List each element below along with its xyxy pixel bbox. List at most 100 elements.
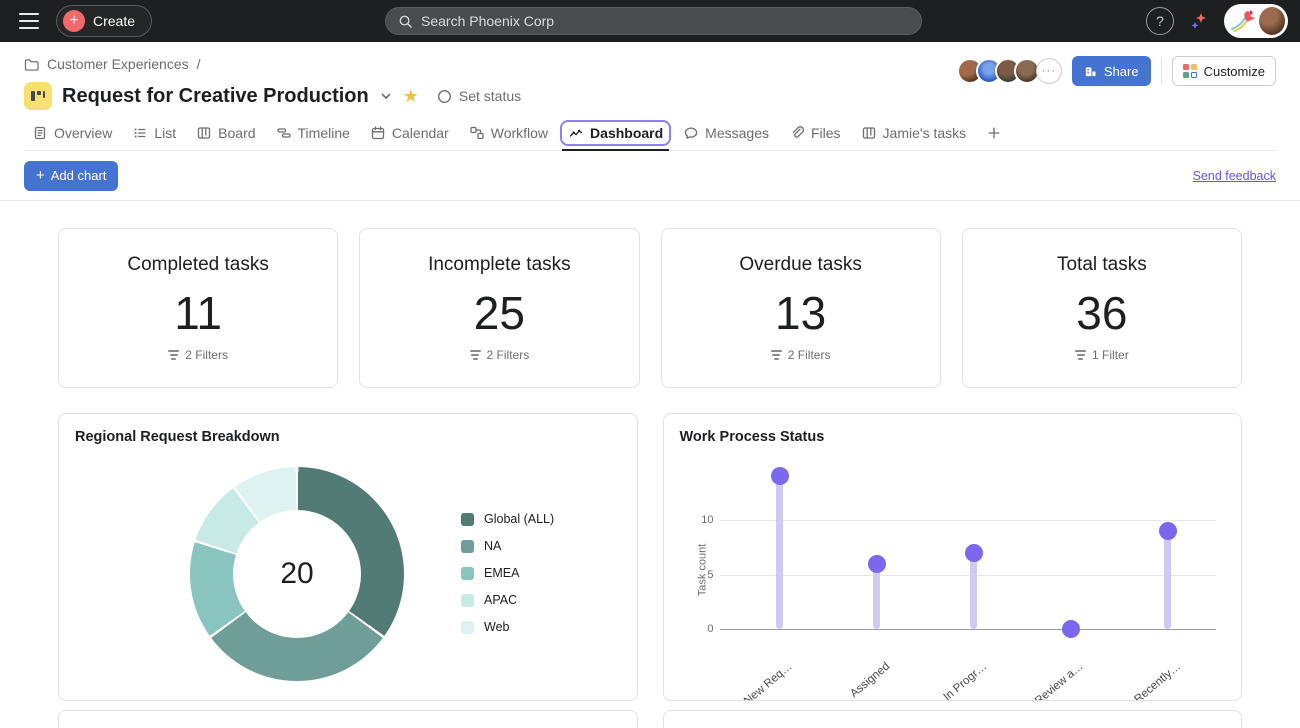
stat-card-filters: 1 Filter	[1075, 348, 1129, 362]
tab-jamie-s-tasks[interactable]: Jamie's tasks	[853, 118, 975, 150]
legend-item[interactable]: APAC	[461, 593, 554, 607]
lollipop-dot[interactable]	[868, 555, 886, 573]
tab-label: Workflow	[491, 125, 548, 141]
chart-legend: Global (ALL) NA EMEA APAC Web	[461, 512, 554, 634]
tab-board[interactable]: Board	[188, 118, 263, 150]
active-tab-ring	[560, 120, 671, 146]
phoenix-logo-icon	[1229, 7, 1259, 35]
lollipop-dot[interactable]	[771, 467, 789, 485]
search-input[interactable]	[421, 13, 909, 29]
legend-label: NA	[484, 539, 501, 553]
list-icon	[132, 125, 148, 141]
filter-icon	[470, 350, 481, 360]
lollipop-dot[interactable]	[1159, 522, 1177, 540]
stat-card-row: Completed tasks 11 2 Filters Incomplete …	[58, 228, 1242, 388]
tab-label: Jamie's tasks	[883, 125, 967, 141]
divider	[1161, 58, 1162, 84]
breadcrumb-link[interactable]: Customer Experiences	[47, 56, 189, 72]
legend-item[interactable]: Web	[461, 620, 554, 634]
lollipop-dot[interactable]	[965, 544, 983, 562]
stat-card-filters: 2 Filters	[470, 348, 530, 362]
filter-icon	[771, 350, 782, 360]
partial-card[interactable]	[663, 710, 1243, 728]
y-tick-label: 10	[690, 514, 714, 526]
search-bar[interactable]	[385, 7, 922, 35]
help-button[interactable]: ?	[1146, 7, 1174, 35]
customize-button[interactable]: Customize	[1172, 56, 1276, 86]
lollipop-dot[interactable]	[1062, 620, 1080, 638]
tab-add-tab[interactable]	[978, 118, 1010, 150]
breadcrumb-separator: /	[197, 56, 201, 72]
stat-card[interactable]: Incomplete tasks 25 2 Filters	[359, 228, 639, 388]
plus-icon	[986, 125, 1002, 141]
legend-item[interactable]: EMEA	[461, 566, 554, 580]
send-feedback-link[interactable]: Send feedback	[1193, 169, 1276, 183]
set-status-button[interactable]: Set status	[437, 88, 521, 104]
stat-card[interactable]: Completed tasks 11 2 Filters	[58, 228, 338, 388]
share-icon	[1084, 65, 1097, 78]
messages-icon	[683, 125, 699, 141]
chevron-down-icon[interactable]	[379, 89, 393, 103]
files-icon	[789, 125, 805, 141]
x-category-label: Recently…	[1132, 660, 1183, 701]
charts-row: Regional Request Breakdown 20 Global (AL…	[58, 413, 1242, 701]
member-avatars[interactable]: ···	[957, 58, 1062, 84]
y-tick-label: 0	[690, 623, 714, 635]
stat-card-title: Incomplete tasks	[428, 254, 571, 276]
legend-label: Global (ALL)	[484, 512, 554, 526]
lollipop-plot: Task count 1050New Req…AssignedIn Progr……	[664, 414, 1242, 700]
tab-label: Timeline	[298, 125, 350, 141]
tab-bar: Overview ListBoard Timeline Calendar Workflo…	[24, 118, 1276, 151]
calendar-icon	[370, 125, 386, 141]
gridline	[720, 575, 1217, 576]
overview-icon	[32, 125, 48, 141]
project-header: Customer Experiences / Request for Creat…	[0, 42, 1300, 151]
stat-card-value: 36	[1076, 286, 1127, 340]
lollipop-chart-card[interactable]: Work Process Status Task count 1050New R…	[663, 413, 1243, 701]
hamburger-menu-icon[interactable]	[12, 4, 46, 38]
x-category-label: New Req…	[742, 660, 795, 701]
tab-workflow[interactable]: Workflow	[461, 118, 556, 150]
breadcrumb: Customer Experiences /	[24, 56, 521, 72]
filter-icon	[168, 350, 179, 360]
tab-label: Overview	[54, 125, 112, 141]
share-label: Share	[1104, 64, 1139, 79]
share-button[interactable]: Share	[1072, 56, 1151, 86]
tab-dashboard[interactable]: Dashboard	[560, 118, 671, 150]
partial-card[interactable]	[58, 710, 638, 728]
tab-calendar[interactable]: Calendar	[362, 118, 457, 150]
avatar-overflow-button[interactable]: ···	[1036, 58, 1062, 84]
legend-swatch	[461, 567, 474, 580]
stat-card[interactable]: Overdue tasks 13 2 Filters	[661, 228, 941, 388]
next-cards-row	[58, 710, 1242, 728]
customize-icon	[1183, 64, 1197, 78]
tab-overview[interactable]: Overview	[24, 118, 120, 150]
stat-card-title: Overdue tasks	[739, 254, 862, 276]
plus-icon: +	[63, 10, 85, 32]
board-icon	[861, 125, 877, 141]
stat-card[interactable]: Total tasks 36 1 Filter	[962, 228, 1242, 388]
x-category-label: In Progr…	[941, 660, 989, 701]
lollipop-stem	[776, 476, 783, 629]
create-button[interactable]: + Create	[56, 5, 152, 37]
tab-timeline[interactable]: Timeline	[268, 118, 358, 150]
tab-messages[interactable]: Messages	[675, 118, 777, 150]
dashboard-toolbar: + Add chart Send feedback	[0, 151, 1300, 201]
legend-item[interactable]: Global (ALL)	[461, 512, 554, 526]
timeline-icon	[276, 125, 292, 141]
donut-chart-card[interactable]: Regional Request Breakdown 20 Global (AL…	[58, 413, 638, 701]
add-chart-button[interactable]: + Add chart	[24, 161, 118, 191]
tab-files[interactable]: Files	[781, 118, 849, 150]
user-avatar	[1259, 7, 1285, 35]
legend-label: EMEA	[484, 566, 519, 580]
sparkles-icon[interactable]	[1188, 10, 1210, 32]
legend-swatch	[461, 540, 474, 553]
legend-item[interactable]: NA	[461, 539, 554, 553]
x-category-label: Review a…	[1033, 660, 1086, 701]
account-menu[interactable]	[1224, 4, 1288, 38]
favorite-star-icon[interactable]: ★	[403, 87, 419, 105]
tab-list[interactable]: List	[124, 118, 184, 150]
donut-center-total: 20	[190, 467, 404, 681]
tab-label: Calendar	[392, 125, 449, 141]
filter-icon	[1075, 350, 1086, 360]
